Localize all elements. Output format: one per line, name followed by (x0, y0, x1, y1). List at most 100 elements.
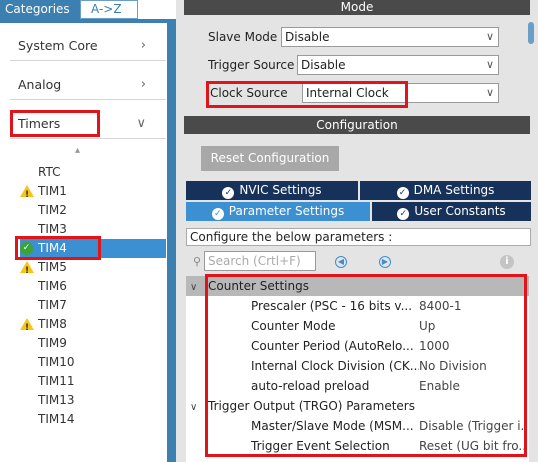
tab-label: NVIC Settings (239, 183, 322, 197)
timer-item-tim2[interactable]: TIM2 (20, 201, 166, 220)
timer-label: TIM8 (38, 317, 67, 331)
trigger-source-value: Disable (301, 58, 346, 72)
info-icon[interactable]: i (500, 255, 514, 269)
timer-label: TIM13 (38, 393, 75, 407)
clock-source-value: Internal Clock (306, 86, 389, 100)
timer-label: RTC (38, 165, 61, 179)
tab-label: User Constants (414, 204, 506, 218)
category-system-core[interactable]: System Core › (10, 31, 166, 61)
parameter-name: Prescaler (PSC - 16 bits v... (251, 299, 413, 313)
timer-item-tim4[interactable]: ✓ TIM4 (20, 239, 166, 258)
parameter-name: Internal Clock Division (CK... (251, 359, 419, 373)
timer-label: TIM4 (38, 241, 67, 255)
configure-hint: Configure the below parameters : (186, 228, 531, 246)
parameter-value[interactable]: No Division (419, 356, 527, 376)
tab-user-constants[interactable]: ✓ User Constants (372, 202, 531, 221)
check-circle-icon: ✓ (222, 187, 235, 199)
tab-nvic-settings[interactable]: ✓ NVIC Settings (186, 181, 358, 200)
left-panel-divider[interactable] (167, 19, 176, 462)
parameter-value[interactable]: Enable (419, 376, 527, 396)
trigger-source-label: Trigger Source (208, 58, 295, 72)
tab-underline (0, 19, 167, 23)
timer-item-tim11[interactable]: TIM11 (20, 372, 166, 391)
parameter-row[interactable]: Internal Clock Division (CK... No Divisio… (186, 356, 529, 376)
parameter-name: auto-reload preload (251, 379, 370, 393)
timer-item-tim5[interactable]: ! TIM5 (20, 258, 166, 277)
parameter-value[interactable]: Up (419, 316, 527, 336)
clock-source-label: Clock Source (210, 86, 288, 100)
timer-label: TIM3 (38, 222, 67, 236)
timer-label: TIM2 (38, 203, 67, 217)
tab-a-to-z[interactable]: A->Z (80, 0, 138, 19)
timer-item-tim8[interactable]: ! TIM8 (20, 315, 166, 334)
chevron-down-icon: ∨ (485, 30, 494, 43)
chevron-down-icon: ∨ (136, 116, 146, 131)
timer-label: TIM9 (38, 336, 67, 350)
tab-dma-settings[interactable]: ✓ DMA Settings (360, 181, 531, 200)
category-label: System Core (18, 38, 98, 53)
parameter-row[interactable]: Master/Slave Mode (MSM... Disable (Trigge… (186, 416, 529, 436)
timer-label: TIM10 (38, 355, 75, 369)
previous-icon[interactable]: ◀ (335, 256, 347, 268)
mode-scrollbar-thumb[interactable] (528, 22, 534, 44)
parameter-value[interactable]: Reset (UG bit fro... (419, 436, 527, 456)
parameter-row[interactable]: Trigger Event Selection Reset (UG bit fro… (186, 436, 529, 456)
timer-item-rtc[interactable]: RTC (20, 163, 166, 182)
timer-item-tim6[interactable]: TIM6 (20, 277, 166, 296)
tab-categories[interactable]: Categories (0, 0, 80, 19)
slave-mode-label: Slave Mode (208, 30, 278, 44)
chevron-down-icon[interactable]: ∨ (190, 398, 208, 418)
timer-item-tim1[interactable]: ! TIM1 (20, 182, 166, 201)
timer-item-tim14[interactable]: TIM14 (20, 410, 166, 429)
parameter-row[interactable]: Prescaler (PSC - 16 bits v... 8400-1 (186, 296, 529, 316)
chevron-down-icon: ∨ (485, 58, 494, 71)
category-timers[interactable]: Timers ∨ (10, 109, 166, 139)
timer-item-tim13[interactable]: TIM13 (20, 391, 166, 410)
tab-parameter-settings[interactable]: ✓ Parameter Settings (186, 202, 370, 221)
check-circle-icon: ✓ (396, 187, 409, 199)
timer-item-tim3[interactable]: TIM3 (20, 220, 166, 239)
timer-label: TIM5 (38, 260, 67, 274)
parameter-group[interactable]: ∨ Counter Settings (190, 276, 520, 296)
parameter-name: Master/Slave Mode (MSM... (251, 419, 414, 433)
search-input[interactable]: Search (Crtl+F) (204, 251, 316, 271)
parameter-name: Counter Period (AutoRelo... (251, 339, 414, 353)
parameter-row[interactable]: auto-reload preload Enable (186, 376, 529, 396)
search-icon: ⚲ (193, 255, 202, 268)
slave-mode-value: Disable (285, 30, 330, 44)
clock-source-select[interactable]: Internal Clock ∨ (302, 83, 499, 103)
mode-header: Mode (184, 0, 530, 15)
parameter-value[interactable]: Disable (Trigger i... (419, 416, 527, 436)
parameter-row[interactable]: Counter Mode Up (186, 316, 529, 336)
check-icon: ✓ (20, 242, 33, 255)
next-icon[interactable]: ▶ (379, 256, 391, 268)
warning-icon: ! (20, 261, 34, 276)
reset-configuration-button[interactable]: Reset Configuration (201, 146, 339, 171)
chevron-right-icon: › (140, 77, 146, 92)
timer-item-tim7[interactable]: TIM7 (20, 296, 166, 315)
timer-label: TIM14 (38, 412, 75, 426)
timer-label: TIM11 (38, 374, 75, 388)
parameter-value[interactable]: 1000 (419, 336, 527, 356)
timer-item-tim10[interactable]: TIM10 (20, 353, 166, 372)
slave-mode-select[interactable]: Disable ∨ (281, 27, 499, 47)
chevron-down-icon: ∨ (485, 86, 494, 99)
trigger-source-select[interactable]: Disable ∨ (297, 55, 499, 75)
parameter-name: Counter Mode (251, 319, 336, 333)
tab-label: Parameter Settings (228, 204, 345, 218)
parameter-value[interactable]: 8400-1 (419, 296, 527, 316)
group-label: Counter Settings (208, 279, 309, 293)
parameter-group[interactable]: ∨ Trigger Output (TRGO) Parameters (190, 396, 520, 416)
timer-item-tim9[interactable]: TIM9 (20, 334, 166, 353)
category-analog[interactable]: Analog › (10, 70, 166, 100)
check-circle-icon: ✓ (211, 208, 224, 220)
sort-icon[interactable]: ▴ (75, 145, 80, 156)
configuration-header: Configuration (184, 116, 530, 134)
parameter-row[interactable]: Counter Period (AutoRelo... 1000 (186, 336, 529, 356)
warning-icon: ! (20, 185, 34, 200)
timer-label: TIM7 (38, 298, 67, 312)
chevron-down-icon[interactable]: ∨ (190, 278, 208, 298)
parameter-scrollbar[interactable] (529, 276, 531, 462)
chevron-right-icon: › (140, 38, 146, 53)
timer-label: TIM1 (38, 184, 67, 198)
